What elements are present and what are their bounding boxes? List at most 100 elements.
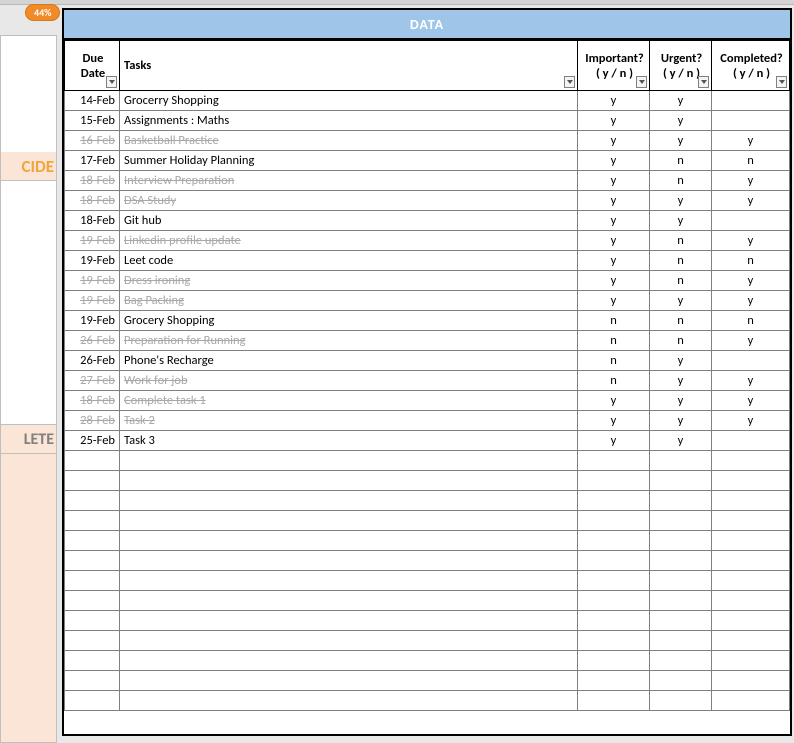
- table-row[interactable]: 19-FebBag Packingyyy: [65, 291, 790, 311]
- cell-date[interactable]: 17-Feb: [65, 151, 120, 171]
- col-header-urgent[interactable]: Urgent? ( y / n ): [650, 41, 712, 91]
- cell-date[interactable]: 19-Feb: [65, 311, 120, 331]
- cell-urgent[interactable]: y: [650, 211, 712, 231]
- cell-urgent[interactable]: [650, 611, 712, 631]
- cell-important[interactable]: y: [578, 131, 650, 151]
- table-row[interactable]: 17-FebSummer Holiday Planningynn: [65, 151, 790, 171]
- tasks-table[interactable]: Due Date Tasks Important? ( y / n ) Urge…: [64, 40, 790, 711]
- cell-task[interactable]: Assignments : Maths: [120, 111, 578, 131]
- cell-date[interactable]: [65, 611, 120, 631]
- table-row[interactable]: 19-FebGrocery Shoppingnnn: [65, 311, 790, 331]
- cell-urgent[interactable]: y: [650, 91, 712, 111]
- cell-important[interactable]: n: [578, 351, 650, 371]
- cell-date[interactable]: [65, 571, 120, 591]
- table-row-empty[interactable]: [65, 491, 790, 511]
- cell-urgent[interactable]: [650, 491, 712, 511]
- cell-date[interactable]: 25-Feb: [65, 431, 120, 451]
- cell-important[interactable]: [578, 511, 650, 531]
- table-row-empty[interactable]: [65, 571, 790, 591]
- cell-completed[interactable]: n: [712, 151, 790, 171]
- cell-urgent[interactable]: [650, 471, 712, 491]
- cell-important[interactable]: [578, 671, 650, 691]
- table-row-empty[interactable]: [65, 691, 790, 711]
- cell-important[interactable]: [578, 631, 650, 651]
- cell-date[interactable]: [65, 551, 120, 571]
- cell-task[interactable]: [120, 491, 578, 511]
- cell-task[interactable]: [120, 691, 578, 711]
- cell-important[interactable]: [578, 651, 650, 671]
- table-row[interactable]: 27-FebWork for jobnyy: [65, 371, 790, 391]
- cell-task[interactable]: [120, 571, 578, 591]
- cell-completed[interactable]: y: [712, 291, 790, 311]
- cell-completed[interactable]: [712, 471, 790, 491]
- cell-urgent[interactable]: [650, 571, 712, 591]
- cell-important[interactable]: [578, 691, 650, 711]
- cell-urgent[interactable]: y: [650, 291, 712, 311]
- cell-date[interactable]: 16-Feb: [65, 131, 120, 151]
- filter-icon[interactable]: [564, 76, 575, 88]
- table-row[interactable]: 18-FebComplete task 1yyy: [65, 391, 790, 411]
- cell-important[interactable]: [578, 531, 650, 551]
- cell-date[interactable]: 19-Feb: [65, 231, 120, 251]
- cell-important[interactable]: y: [578, 411, 650, 431]
- cell-task[interactable]: Basketball Practice: [120, 131, 578, 151]
- cell-task[interactable]: Grocery Shopping: [120, 311, 578, 331]
- cell-important[interactable]: y: [578, 171, 650, 191]
- cell-important[interactable]: n: [578, 331, 650, 351]
- cell-important[interactable]: [578, 471, 650, 491]
- cell-urgent[interactable]: [650, 551, 712, 571]
- cell-important[interactable]: [578, 611, 650, 631]
- cell-important[interactable]: y: [578, 291, 650, 311]
- cell-urgent[interactable]: y: [650, 131, 712, 151]
- filter-icon[interactable]: [106, 76, 117, 88]
- cell-task[interactable]: Dress ironing: [120, 271, 578, 291]
- cell-date[interactable]: 14-Feb: [65, 91, 120, 111]
- cell-completed[interactable]: [712, 511, 790, 531]
- cell-date[interactable]: 19-Feb: [65, 251, 120, 271]
- cell-urgent[interactable]: n: [650, 171, 712, 191]
- cell-task[interactable]: Phone's Recharge: [120, 351, 578, 371]
- cell-task[interactable]: Grocerry Shopping: [120, 91, 578, 111]
- cell-completed[interactable]: y: [712, 331, 790, 351]
- cell-task[interactable]: [120, 511, 578, 531]
- table-row[interactable]: 18-FebInterview Preparationyny: [65, 171, 790, 191]
- cell-urgent[interactable]: [650, 451, 712, 471]
- cell-important[interactable]: [578, 551, 650, 571]
- cell-completed[interactable]: y: [712, 391, 790, 411]
- cell-date[interactable]: 19-Feb: [65, 291, 120, 311]
- table-row-empty[interactable]: [65, 591, 790, 611]
- cell-task[interactable]: Summer Holiday Planning: [120, 151, 578, 171]
- cell-completed[interactable]: [712, 651, 790, 671]
- cell-date[interactable]: [65, 491, 120, 511]
- cell-important[interactable]: [578, 491, 650, 511]
- table-row[interactable]: 28-FebTask 2yyy: [65, 411, 790, 431]
- cell-urgent[interactable]: [650, 511, 712, 531]
- filter-icon[interactable]: [698, 76, 709, 88]
- cell-completed[interactable]: [712, 671, 790, 691]
- table-row[interactable]: 19-FebLeet codeynn: [65, 251, 790, 271]
- table-row[interactable]: 18-FebDSA Studyyyy: [65, 191, 790, 211]
- cell-task[interactable]: [120, 651, 578, 671]
- cell-important[interactable]: y: [578, 211, 650, 231]
- cell-completed[interactable]: [712, 691, 790, 711]
- cell-important[interactable]: [578, 451, 650, 471]
- cell-task[interactable]: Bag Packing: [120, 291, 578, 311]
- cell-urgent[interactable]: [650, 651, 712, 671]
- table-row[interactable]: 18-FebGit hubyy: [65, 211, 790, 231]
- cell-task[interactable]: Task 2: [120, 411, 578, 431]
- cell-completed[interactable]: y: [712, 271, 790, 291]
- cell-task[interactable]: Work for job: [120, 371, 578, 391]
- filter-icon[interactable]: [776, 76, 787, 88]
- cell-urgent[interactable]: n: [650, 331, 712, 351]
- cell-task[interactable]: DSA Study: [120, 191, 578, 211]
- cell-completed[interactable]: y: [712, 371, 790, 391]
- cell-task[interactable]: Git hub: [120, 211, 578, 231]
- table-row[interactable]: 15-FebAssignments : Mathsyy: [65, 111, 790, 131]
- cell-date[interactable]: [65, 651, 120, 671]
- cell-urgent[interactable]: y: [650, 191, 712, 211]
- cell-urgent[interactable]: [650, 591, 712, 611]
- cell-task[interactable]: Interview Preparation: [120, 171, 578, 191]
- cell-urgent[interactable]: n: [650, 251, 712, 271]
- cell-task[interactable]: [120, 671, 578, 691]
- table-row[interactable]: 14-FebGrocerry Shoppingyy: [65, 91, 790, 111]
